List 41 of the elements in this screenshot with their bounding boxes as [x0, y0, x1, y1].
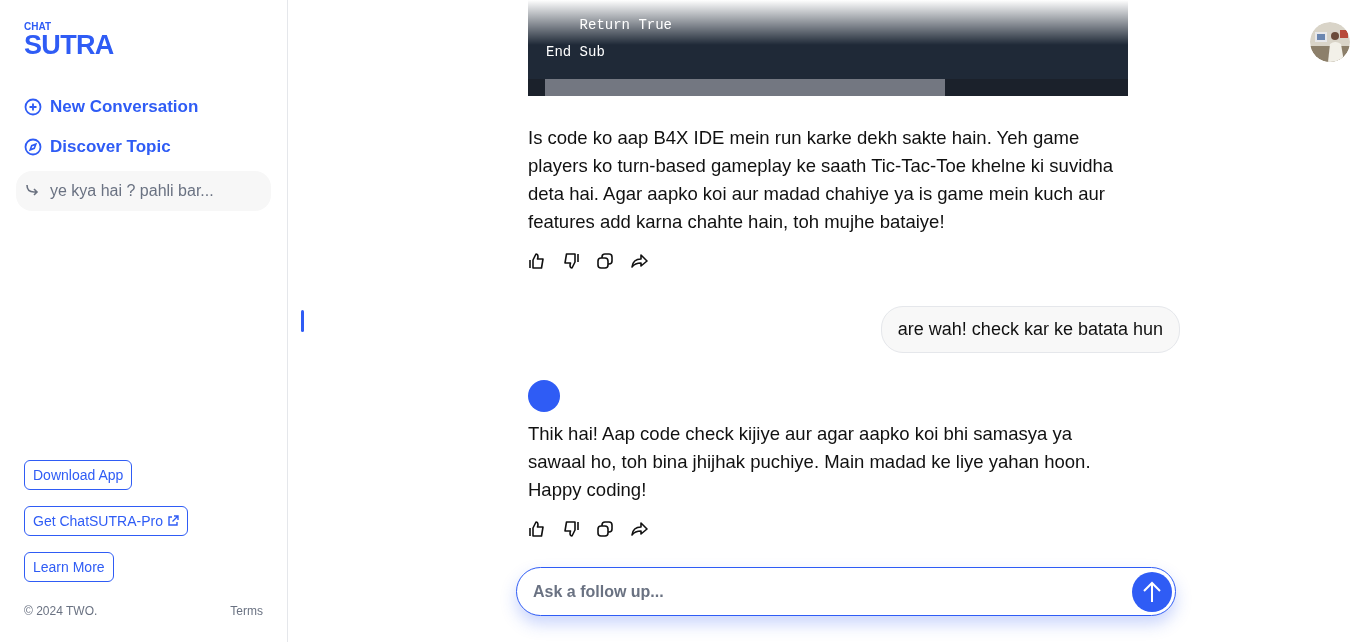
- thumbs-down-icon: [562, 252, 580, 270]
- external-link-icon: [166, 515, 179, 527]
- plus-circle-icon: [24, 98, 42, 116]
- follow-up-input[interactable]: Ask a follow up...: [533, 579, 1132, 604]
- send-button[interactable]: [1132, 571, 1172, 612]
- sidebar-link-button[interactable]: Download App: [24, 460, 133, 490]
- share-arrow-button[interactable]: [630, 520, 648, 538]
- terms-link[interactable]: Terms: [230, 602, 263, 620]
- copyright-text: © 2024 TWO.: [24, 603, 98, 620]
- copy-icon: [596, 252, 614, 270]
- copy-button[interactable]: [596, 252, 614, 270]
- scrollbar-thumb[interactable]: [545, 79, 945, 96]
- history-item[interactable]: ye kya hai ? pahli bar...: [16, 171, 271, 211]
- copy-button[interactable]: [596, 520, 614, 538]
- nav-item[interactable]: Discover Topic: [16, 129, 271, 165]
- logo-wordmark: SUTRA: [24, 32, 115, 59]
- thumbs-up-button[interactable]: [528, 252, 546, 270]
- thumbs-up-icon: [528, 252, 546, 270]
- user-message: are wah! check kar ke batata hun: [880, 306, 1180, 353]
- share-arrow-icon: [630, 252, 648, 270]
- compass-icon: [24, 138, 42, 156]
- thumbs-down-button[interactable]: [562, 520, 580, 538]
- nav-item[interactable]: New Conversation: [16, 89, 271, 125]
- thumbs-down-icon: [562, 520, 580, 538]
- code-text: Return True End Sub: [545, 16, 674, 62]
- arrow-up-icon: [1142, 580, 1162, 603]
- thumbs-up-button[interactable]: [528, 520, 546, 538]
- sidebar-link-button[interactable]: Learn More: [24, 552, 114, 582]
- share-arrow-button[interactable]: [630, 252, 648, 270]
- thumbs-down-button[interactable]: [562, 252, 580, 270]
- thumbs-up-icon: [528, 520, 546, 538]
- share-arrow-icon: [630, 520, 648, 538]
- assistant-message: Thik hai! Aap code check kijiye aur agar aapko koi bhi samasya ya sawaal ho, toh bina jhijhak puchiye. Main madad ke liye yahan hoon. Happy coding!: [528, 422, 1092, 502]
- follow-up-field[interactable]: Ask a follow up...: [516, 567, 1176, 616]
- scroll-indicator: [301, 310, 304, 332]
- horizontal-scrollbar[interactable]: [528, 79, 1128, 96]
- copy-icon: [596, 520, 614, 538]
- sidebar-link-button[interactable]: Get ChatSUTRA-Pro: [24, 506, 188, 536]
- logo-caption: CHAT: [24, 22, 53, 32]
- assistant-avatar: [528, 380, 560, 412]
- assistant-message: Is code ko aap B4X IDE mein run karke dekh sakte hain. Yeh game players ko turn-based gameplay ke saath Tic-Tac-Toe khelne ki suvidha deta hai. Agar aapko koi aur madad chahiye ya is game mein kuch aur features add karna chahte hain, toh mujhe bataiye!: [528, 126, 1115, 234]
